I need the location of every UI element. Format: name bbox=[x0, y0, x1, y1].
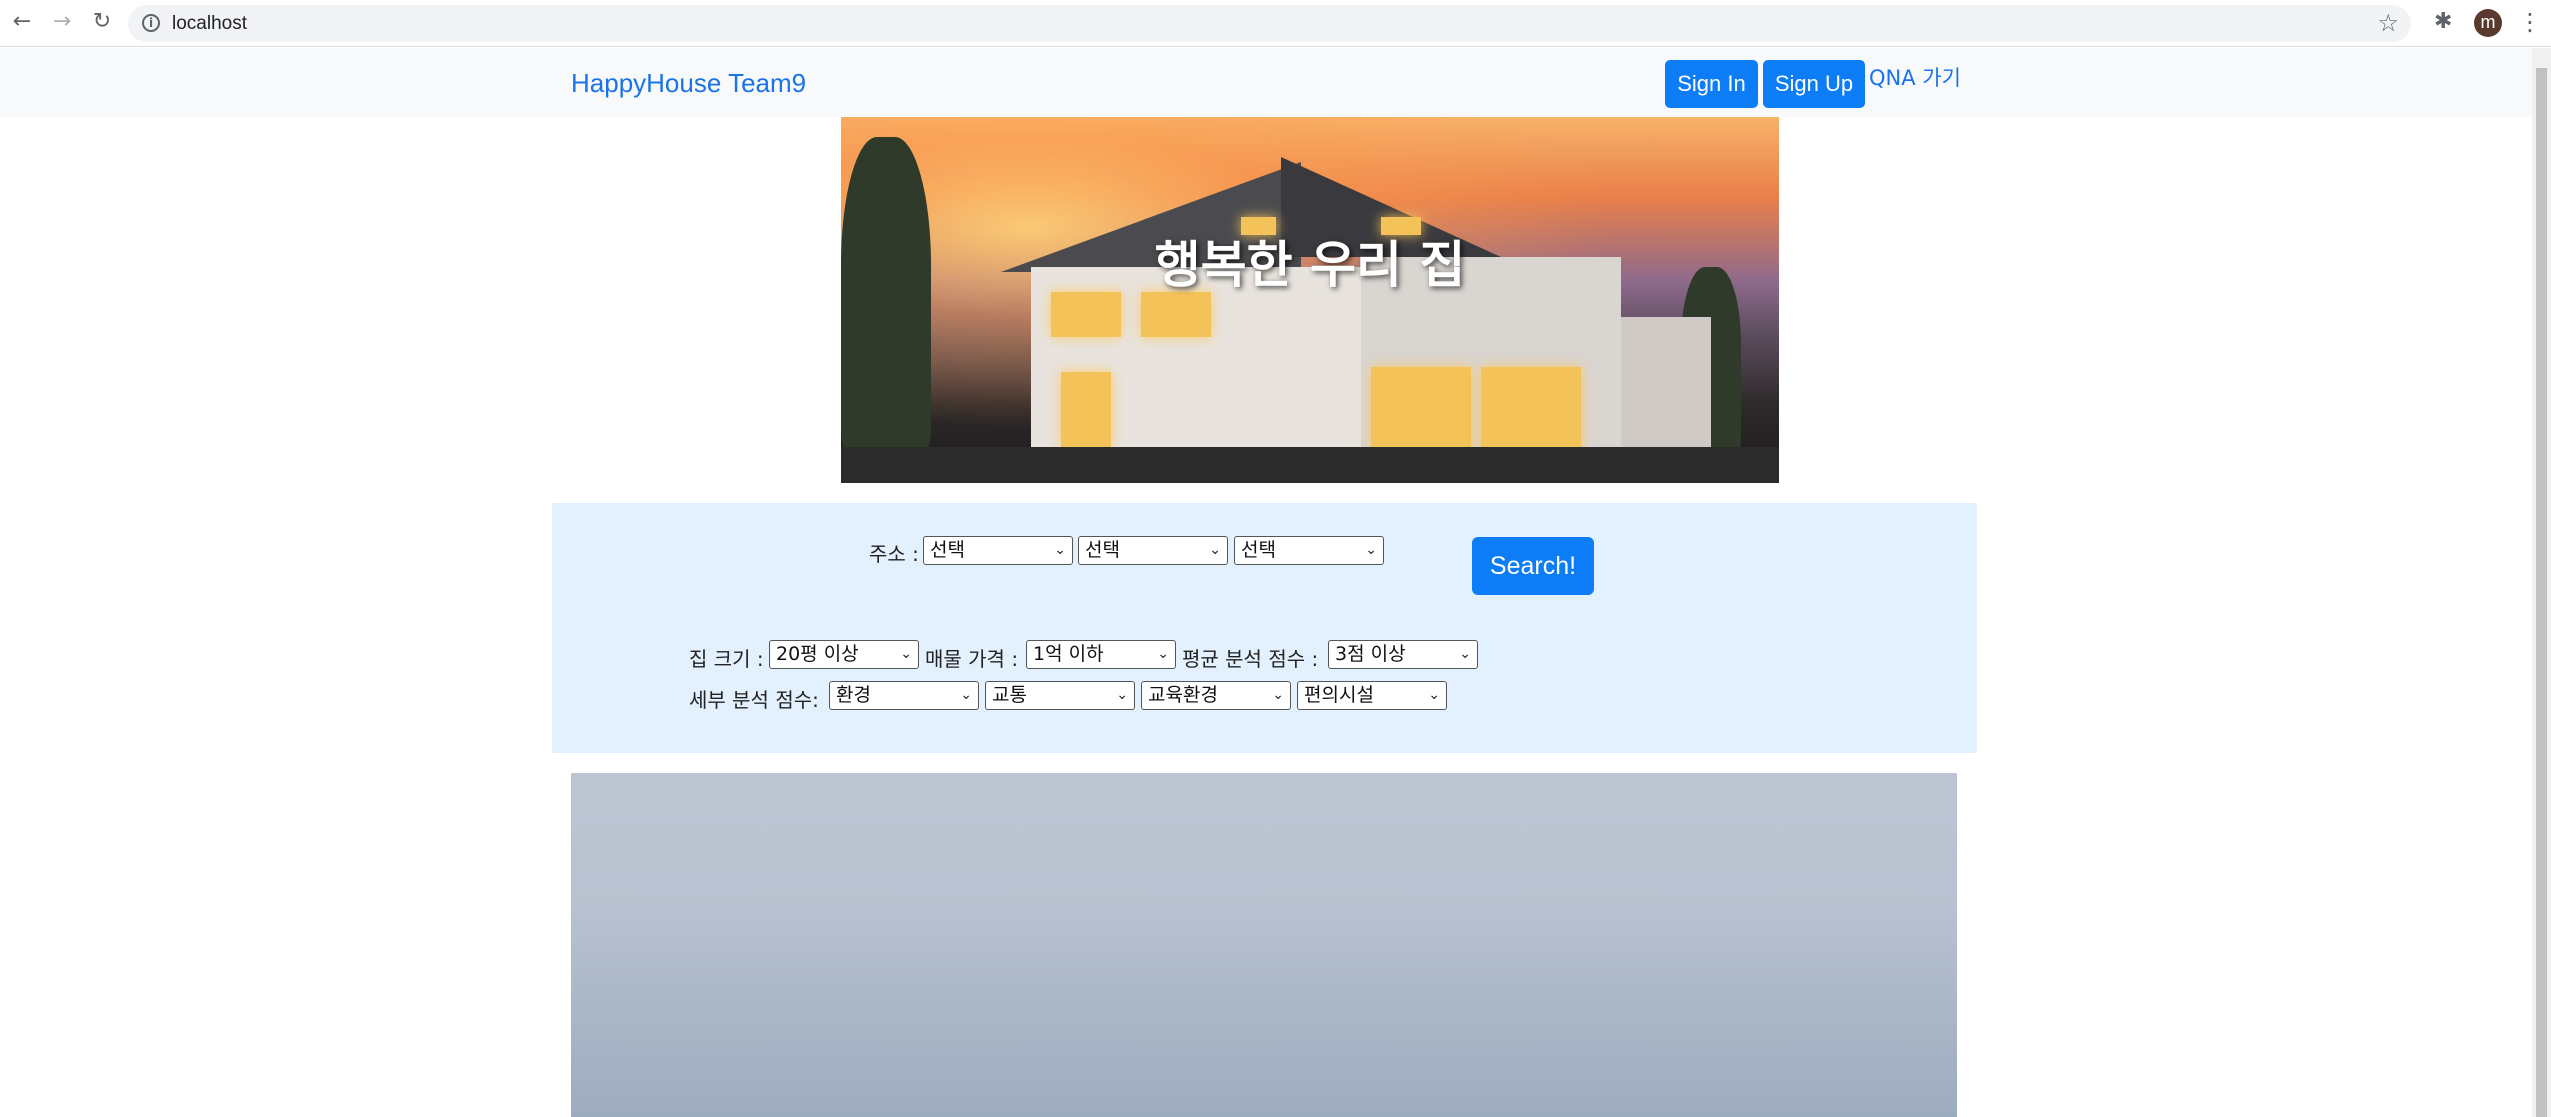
house-size-label: 집 크기 : bbox=[689, 647, 764, 671]
scrollbar-thumb[interactable] bbox=[2536, 68, 2547, 1117]
price-label: 매물 가격 : bbox=[925, 647, 1019, 671]
qna-link[interactable]: QNA 가기 bbox=[1869, 62, 1961, 92]
detail-score-label: 세부 분석 점수: bbox=[689, 688, 819, 712]
detail-select-education-value: 교육환경 bbox=[1148, 684, 1218, 706]
chevron-down-icon: ⌄ bbox=[1209, 542, 1221, 558]
detail-select-convenience-value: 편의시설 bbox=[1304, 684, 1374, 706]
chevron-down-icon: ⌄ bbox=[1272, 687, 1284, 703]
chevron-down-icon: ⌄ bbox=[1054, 542, 1066, 558]
hero-tree-left bbox=[841, 137, 931, 457]
sign-up-button[interactable]: Sign Up bbox=[1763, 60, 1865, 108]
search-button[interactable]: Search! bbox=[1472, 537, 1594, 595]
bookmark-star-icon[interactable]: ☆ bbox=[2377, 9, 2399, 37]
hero-window bbox=[1051, 292, 1121, 337]
hero-window bbox=[1141, 292, 1211, 337]
address-label: 주소 : bbox=[869, 542, 919, 566]
brand-link[interactable]: HappyHouse Team9 bbox=[571, 68, 806, 99]
profile-avatar[interactable]: m bbox=[2474, 9, 2502, 37]
chevron-down-icon: ⌄ bbox=[1428, 687, 1440, 703]
browser-toolbar: ← → ↻ i localhost ☆ ✱ m ⋮ bbox=[0, 0, 2551, 47]
chevron-down-icon: ⌄ bbox=[960, 687, 972, 703]
hero-house-wing bbox=[1621, 317, 1711, 457]
hero-banner-image: 행복한 우리 집 bbox=[841, 117, 1779, 483]
site-navbar: HappyHouse Team9 Sign In Sign Up QNA 가기 bbox=[0, 48, 2532, 117]
detail-select-traffic[interactable]: 교통 ⌄ bbox=[985, 681, 1135, 710]
hero-ground bbox=[841, 447, 1779, 483]
chevron-down-icon: ⌄ bbox=[1157, 646, 1169, 662]
browser-menu-icon[interactable]: ⋮ bbox=[2518, 8, 2542, 36]
page-viewport: HappyHouse Team9 Sign In Sign Up QNA 가기 … bbox=[0, 48, 2532, 1117]
address-select-gugun[interactable]: 선택 ⌄ bbox=[1078, 536, 1228, 565]
hero-window bbox=[1481, 367, 1581, 452]
detail-select-environment[interactable]: 환경 ⌄ bbox=[829, 681, 979, 710]
avg-score-label: 평균 분석 점수 : bbox=[1182, 647, 1319, 671]
detail-select-convenience[interactable]: 편의시설 ⌄ bbox=[1297, 681, 1447, 710]
address-select-dong[interactable]: 선택 ⌄ bbox=[1234, 536, 1384, 565]
detail-select-traffic-value: 교통 bbox=[992, 684, 1027, 706]
info-icon[interactable]: i bbox=[142, 14, 160, 32]
hero-window bbox=[1371, 367, 1471, 452]
sign-in-button[interactable]: Sign In bbox=[1665, 60, 1758, 108]
chevron-down-icon: ⌄ bbox=[900, 646, 912, 662]
address-select-gugun-value: 선택 bbox=[1085, 539, 1120, 561]
reload-icon[interactable]: ↻ bbox=[89, 9, 115, 35]
address-bar[interactable]: i localhost ☆ bbox=[128, 5, 2411, 42]
forward-arrow-icon[interactable]: → bbox=[49, 9, 75, 35]
chevron-down-icon: ⌄ bbox=[1116, 687, 1128, 703]
detail-select-environment-value: 환경 bbox=[836, 684, 871, 706]
hero-window bbox=[1061, 372, 1111, 447]
chevron-down-icon: ⌄ bbox=[1365, 542, 1377, 558]
house-size-select[interactable]: 20평 이상 ⌄ bbox=[769, 640, 919, 669]
house-size-select-value: 20평 이상 bbox=[776, 643, 859, 665]
url-text[interactable]: localhost bbox=[172, 13, 247, 35]
avg-score-select[interactable]: 3점 이상 ⌄ bbox=[1328, 640, 1478, 669]
avg-score-select-value: 3점 이상 bbox=[1335, 643, 1406, 665]
hero-title: 행복한 우리 집 bbox=[1154, 236, 1466, 294]
chevron-down-icon: ⌄ bbox=[1459, 646, 1471, 662]
search-panel: 주소 : 선택 ⌄ 선택 ⌄ 선택 ⌄ Search! 집 크기 : 20평 이… bbox=[552, 503, 1977, 753]
price-select-value: 1억 이하 bbox=[1033, 643, 1104, 665]
detail-select-education[interactable]: 교육환경 ⌄ bbox=[1141, 681, 1291, 710]
page-scrollbar[interactable] bbox=[2532, 48, 2551, 1117]
extensions-puzzle-icon[interactable]: ✱ bbox=[2434, 9, 2452, 34]
address-select-dong-value: 선택 bbox=[1241, 539, 1276, 561]
back-arrow-icon[interactable]: ← bbox=[9, 9, 35, 35]
background-image-panel bbox=[571, 773, 1957, 1117]
address-select-sido-value: 선택 bbox=[930, 539, 965, 561]
address-select-sido[interactable]: 선택 ⌄ bbox=[923, 536, 1073, 565]
price-select[interactable]: 1억 이하 ⌄ bbox=[1026, 640, 1176, 669]
